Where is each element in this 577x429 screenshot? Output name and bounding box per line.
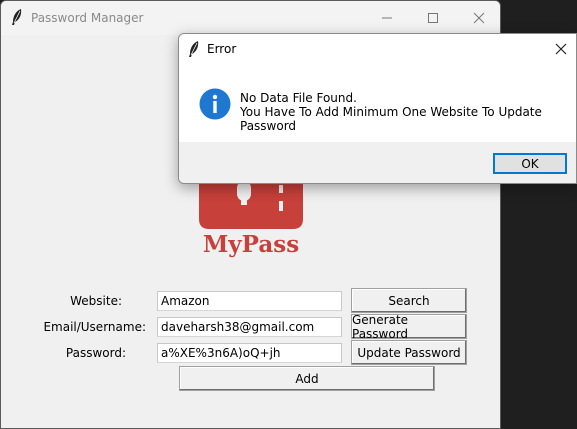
dialog-close-button[interactable]	[546, 34, 576, 64]
dialog-message-line1: No Data File Found.	[240, 91, 357, 105]
add-button[interactable]: Add	[179, 366, 435, 391]
close-icon	[473, 12, 485, 24]
dialog-titlebar[interactable]: Error	[179, 34, 576, 64]
website-input[interactable]: Amazon	[157, 291, 342, 311]
update-password-button[interactable]: Update Password	[351, 340, 467, 365]
password-label: Password:	[65, 346, 126, 360]
maximize-button[interactable]	[410, 1, 456, 35]
email-label: Email/Username:	[43, 320, 146, 334]
main-window-title: Password Manager	[31, 11, 144, 25]
info-icon	[199, 88, 231, 120]
ok-button[interactable]: OK	[493, 153, 567, 174]
close-button[interactable]	[456, 1, 500, 35]
search-button[interactable]: Search	[351, 288, 467, 313]
generate-password-button[interactable]: Generate Password	[351, 313, 467, 341]
mypass-logo: MyPass	[197, 181, 305, 259]
dialog-title: Error	[207, 42, 237, 56]
email-input[interactable]: daveharsh38@gmail.com	[157, 317, 342, 337]
feather-icon	[189, 41, 199, 57]
dialog-footer: OK	[179, 142, 576, 183]
dialog-message: No Data File Found. You Have To Add Mini…	[240, 91, 576, 133]
password-input[interactable]: a%XE%3n6A)oQ+jh	[157, 343, 342, 363]
website-label: Website:	[70, 294, 122, 308]
dialog-body: No Data File Found. You Have To Add Mini…	[179, 64, 576, 142]
feather-icon	[12, 9, 22, 25]
maximize-icon	[428, 13, 438, 23]
logo-text: MyPass	[202, 231, 300, 258]
close-icon	[555, 43, 567, 55]
error-dialog: Error No Data File Found. You Have To Ad…	[178, 33, 577, 184]
minimize-button[interactable]	[364, 1, 410, 35]
main-titlebar[interactable]: Password Manager	[1, 1, 500, 35]
dialog-message-line2: You Have To Add Minimum One Website To U…	[240, 105, 542, 133]
minimize-icon	[382, 17, 392, 19]
